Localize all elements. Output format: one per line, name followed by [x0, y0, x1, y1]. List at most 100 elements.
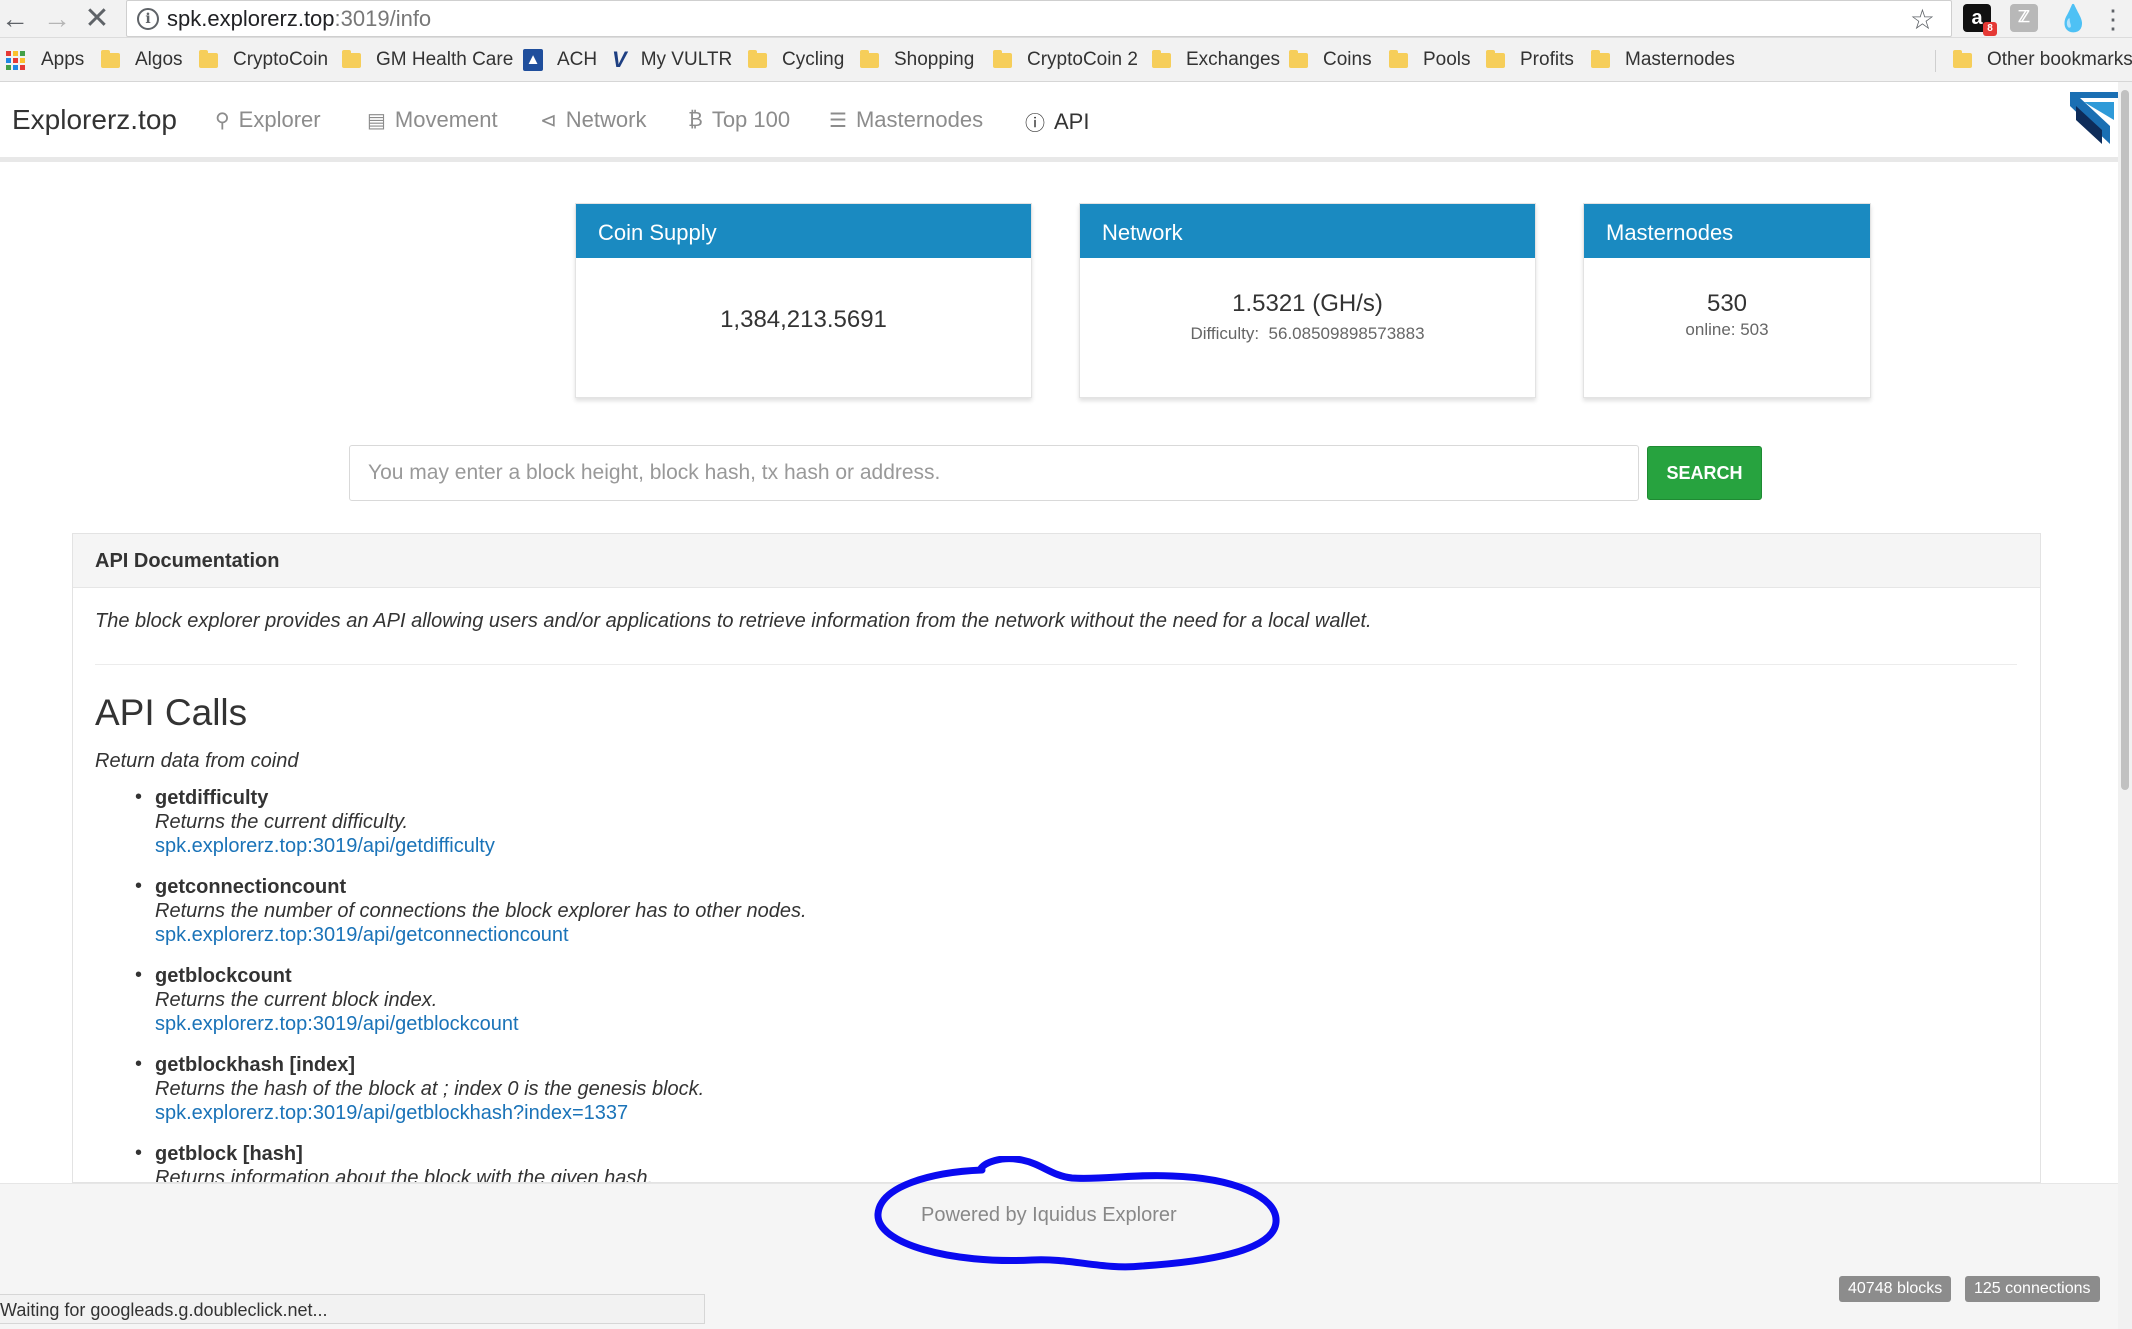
bookmark-label: ACH — [557, 49, 598, 70]
back-arrow-icon[interactable]: ← — [0, 4, 30, 34]
api-call-link[interactable]: spk.explorerz.top:3019/api/getdifficulty — [155, 834, 807, 858]
bookmark-label: Other bookmarks — [1987, 49, 2132, 70]
folder-icon — [1152, 49, 1171, 68]
nav-label: Top 100 — [711, 107, 791, 132]
api-call-link[interactable]: spk.explorerz.top:3019/api/getblockcount — [155, 1012, 807, 1036]
folder-icon — [1389, 49, 1408, 68]
browser-status-bar: Waiting for googleads.g.doubleclick.net.… — [0, 1294, 705, 1324]
site-brand[interactable]: Explorerz.top — [12, 104, 177, 136]
bookmark-apps[interactable]: Apps — [6, 48, 84, 72]
api-call-item: getblockcount Returns the current block … — [135, 964, 807, 1036]
api-call-item: getblockhash [index] Returns the hash of… — [135, 1053, 807, 1125]
api-call-description: Returns the current block index. — [155, 989, 438, 1011]
bookmarks-divider — [1935, 50, 1936, 72]
browser-menu-icon[interactable]: ⋮ — [2100, 4, 2126, 35]
bookmark-label: Shopping — [894, 49, 975, 70]
folder-icon — [1591, 49, 1610, 68]
api-call-link[interactable]: spk.explorerz.top:3019/api/getconnection… — [155, 923, 807, 947]
bookmark-cryptocoin[interactable]: CryptoCoin — [199, 48, 328, 72]
api-call-link[interactable]: spk.explorerz.top:3019/api/getblockhash?… — [155, 1101, 807, 1125]
nav-api[interactable]: ⓘ API — [1025, 107, 1089, 136]
search-icon: ⚲ — [215, 109, 230, 132]
bookmark-my-vultr[interactable]: V My VULTR — [612, 47, 732, 72]
bookmark-shopping[interactable]: Shopping — [860, 48, 974, 72]
nav-label: API — [1054, 108, 1090, 134]
bookmark-label: Apps — [41, 49, 85, 70]
api-call-item: getconnectioncount Returns the number of… — [135, 875, 807, 947]
stop-loading-icon[interactable]: ✕ — [82, 4, 112, 34]
address-bar[interactable]: i spk.explorerz.top:3019/info ☆ — [126, 0, 1952, 37]
nav-label: Masternodes — [855, 107, 984, 132]
powered-by-text[interactable]: Powered by Iquidus Explorer — [921, 1204, 1177, 1227]
bookmark-label: Pools — [1423, 49, 1471, 70]
bookmark-masternodes[interactable]: Masternodes — [1591, 48, 1735, 72]
url-host: spk.explorerz.top — [167, 6, 335, 31]
droplet-extension-icon[interactable]: 💧 — [2057, 4, 2089, 32]
bookmark-algos[interactable]: Algos — [101, 48, 183, 72]
bookmark-star-icon[interactable]: ☆ — [1910, 3, 1935, 36]
site-logo-icon[interactable] — [2066, 88, 2122, 148]
bookmark-label: Exchanges — [1186, 49, 1281, 70]
bookmark-label: Masternodes — [1625, 49, 1735, 70]
forward-arrow-icon[interactable]: → — [42, 4, 72, 34]
network-panel: Network 1.5321 (GH/s) Difficulty: 56.085… — [1079, 203, 1536, 398]
bookmark-exchanges[interactable]: Exchanges — [1152, 48, 1280, 72]
bookmark-label: Algos — [135, 49, 183, 70]
connections-count-badge: 125 connections — [1965, 1276, 2100, 1302]
nav-masternodes[interactable]: ☰ Masternodes — [829, 107, 983, 133]
masternodes-online: online: 503 — [1685, 320, 1769, 339]
scrollbar-thumb[interactable] — [2121, 90, 2129, 790]
bookmark-other-bookmarks[interactable]: Other bookmarks — [1953, 48, 2132, 72]
amazon-extension-icon[interactable]: a8 — [1963, 4, 1997, 36]
difficulty-line: Difficulty: 56.08509898573883 — [1080, 324, 1535, 344]
nav-label: Movement — [394, 107, 498, 132]
folder-icon — [101, 49, 120, 68]
search-input[interactable] — [349, 445, 1639, 501]
api-call-name: getblockhash [index] — [155, 1054, 356, 1076]
bookmark-label: Profits — [1520, 49, 1574, 70]
folder-icon — [342, 49, 361, 68]
bookmark-cryptocoin-2[interactable]: CryptoCoin 2 — [993, 48, 1138, 72]
folder-icon — [1953, 49, 1972, 68]
difficulty-value: 56.08509898573883 — [1268, 324, 1425, 343]
browser-toolbar: ← → ✕ i spk.explorerz.top:3019/info ☆ a8… — [0, 0, 2132, 38]
bookmark-cycling[interactable]: Cycling — [748, 48, 844, 72]
api-call-name: getconnectioncount — [155, 876, 347, 898]
bookmark-profits[interactable]: Profits — [1486, 48, 1574, 72]
bookmark-label: CryptoCoin — [233, 49, 329, 70]
bookmark-coins[interactable]: Coins — [1289, 48, 1372, 72]
search-button[interactable]: SEARCH — [1647, 446, 1762, 500]
bookmarks-bar: Apps Algos CryptoCoin GM Health Care ▲ AC… — [0, 38, 2132, 82]
bitcoin-icon: ₿ — [688, 108, 703, 131]
list-icon: ☰ — [829, 109, 847, 132]
nav-explorer[interactable]: ⚲ Explorer — [215, 107, 321, 133]
api-call-item: getblock [hash] Returns information abou… — [135, 1142, 807, 1183]
page-scrollbar[interactable] — [2118, 82, 2132, 1329]
site-info-icon[interactable]: i — [137, 8, 159, 30]
bookmark-label: Coins — [1323, 49, 1372, 70]
api-call-description: Returns the current difficulty. — [155, 811, 409, 833]
api-call-name: getblock [hash] — [155, 1143, 303, 1165]
extension-badge: 8 — [1983, 22, 1997, 36]
bookmark-gm-health-care[interactable]: GM Health Care — [342, 48, 513, 72]
api-calls-heading: API Calls — [95, 692, 248, 733]
panel-title: Network — [1080, 204, 1535, 258]
url-path: :3019/info — [334, 6, 432, 31]
nav-movement[interactable]: ▤ Movement — [367, 107, 498, 133]
masternodes-panel: Masternodes 530 online: 503 — [1583, 203, 1871, 398]
masternodes-count: 530 — [1706, 290, 1748, 317]
blocks-count-badge: 40748 blocks — [1839, 1276, 1952, 1302]
share-icon: ⊲ — [540, 109, 557, 132]
coin-supply-value: 1,384,213.5691 — [720, 306, 887, 333]
api-call-description: Returns the hash of the block at ; index… — [155, 1078, 705, 1100]
api-call-description: Returns information about the block with… — [155, 1167, 654, 1183]
api-call-name: getdifficulty — [155, 787, 269, 809]
nav-network[interactable]: ⊲ Network — [540, 107, 646, 133]
nav-label: Network — [565, 107, 647, 132]
nav-top-100[interactable]: ₿ Top 100 — [688, 107, 790, 133]
address-bar-url[interactable]: spk.explorerz.top:3019/info — [167, 6, 431, 32]
grey-extension-icon[interactable]: ℤ — [2010, 4, 2038, 32]
bookmark-label: CryptoCoin 2 — [1027, 49, 1138, 70]
bookmark-pools[interactable]: Pools — [1389, 48, 1471, 72]
bookmark-ach[interactable]: ▲ ACH — [523, 48, 597, 72]
